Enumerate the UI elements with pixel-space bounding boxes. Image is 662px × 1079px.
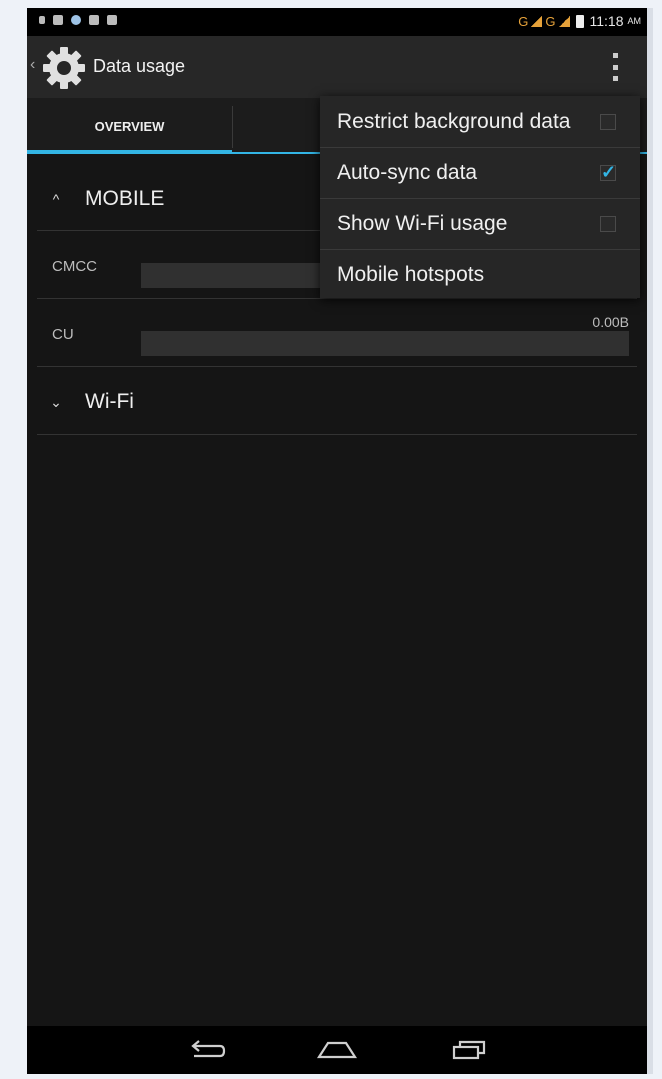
menu-item-auto-sync-data[interactable]: Auto-sync data ✓ [320,148,640,198]
usage-bar [141,331,629,356]
tab-overview[interactable]: OVERVIEW [27,98,232,154]
sync-icon [71,15,81,25]
device-frame-edge [647,8,653,1074]
signal-2-icon [558,15,570,27]
lock-icon [39,16,45,24]
row-value: 0.00B [592,314,629,330]
screenshot-icon [53,15,63,25]
overflow-menu-icon[interactable] [611,53,619,81]
row-label: CU [52,326,74,343]
network-type-2: G [545,13,556,29]
system-status: G G 11:18 AM [518,13,641,29]
menu-item-label: Show Wi-Fi usage [337,212,508,235]
back-icon[interactable] [184,1034,228,1066]
network-type-1: G [518,13,529,29]
up-caret-icon[interactable]: ‹ [30,56,35,74]
status-bar: G G 11:18 AM [27,8,647,36]
checkbox-checked[interactable]: ✓ [600,162,617,182]
divider [37,434,637,435]
checkbox-unchecked[interactable] [600,216,616,232]
phone-screen: G G 11:18 AM ‹ Data usage OVERVIEW ^ MOB… [27,8,647,1074]
page-title: Data usage [93,56,186,76]
clock-ampm: AM [627,16,642,26]
chevron-up-icon: ^ [52,191,60,207]
action-bar: ‹ Data usage [27,36,647,98]
usb-icon [89,15,99,25]
list-item-cu[interactable]: CU 0.00B [37,299,637,367]
menu-item-label: Mobile hotspots [337,263,485,286]
section-wifi-label: Wi-Fi [85,390,134,413]
section-mobile-label: MOBILE [85,187,165,210]
menu-item-label: Auto-sync data [337,161,478,184]
menu-item-label: Restrict background data [337,110,571,133]
settings-gear-icon[interactable] [41,45,87,91]
menu-item-mobile-hotspots[interactable]: Mobile hotspots [320,250,640,300]
overflow-popup-menu: Restrict background data Auto-sync data … [320,96,640,298]
navigation-bar [27,1026,647,1074]
divider [37,366,637,367]
notification-icons [39,15,117,25]
chevron-down-icon: ⌄ [50,393,62,410]
message-icon [107,15,117,25]
tab-selected-indicator [27,150,232,154]
checkbox-unchecked[interactable] [600,114,616,130]
signal-1-icon [531,15,543,27]
menu-item-restrict-background-data[interactable]: Restrict background data [320,97,640,147]
menu-item-show-wifi-usage[interactable]: Show Wi-Fi usage [320,199,640,249]
recents-icon[interactable] [448,1034,492,1066]
row-label: CMCC [52,258,97,275]
clock: 11:18 [589,13,624,29]
checkmark-icon: ✓ [601,162,617,182]
battery-icon [575,14,584,28]
section-wifi-header[interactable]: ⌄ Wi-Fi [37,369,637,435]
home-icon[interactable] [315,1034,359,1066]
tab-divider [232,106,233,148]
